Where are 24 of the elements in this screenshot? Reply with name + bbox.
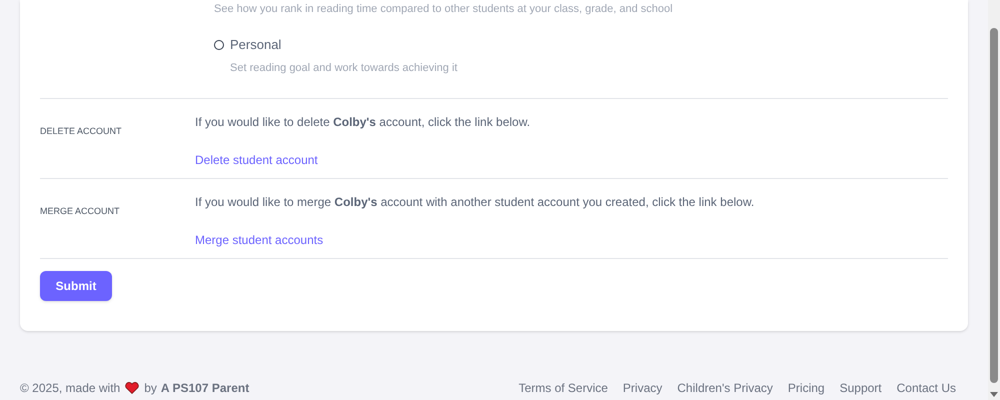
footer-text: by [144,380,157,397]
section-heading: MERGE ACCOUNT [40,206,120,216]
footer-link[interactable]: Pricing [788,379,825,397]
section-heading: DELETE ACCOUNT [40,126,122,136]
author-link[interactable]: A PS107 Parent [160,379,250,397]
option-description: Set reading goal and work towards achieving it [229,60,458,76]
footer-link[interactable]: Children's Privacy [677,379,773,397]
scrollbar[interactable] [988,0,1000,400]
scrollbar-thumb[interactable] [990,28,998,383]
footer-link[interactable]: Privacy [622,379,662,397]
heart-icon [125,382,140,394]
option-label: Personal [230,36,282,54]
copyright-text: © 2025, made with [20,380,120,397]
scroll-down-arrow-icon[interactable] [990,392,998,397]
section-text: If you would like to merge Colby's account with another student account you created, click the link below. [195,194,754,211]
section-text: If you would like to delete Colby's account, click the link below. [195,114,530,131]
section-link[interactable]: Delete student account [195,151,318,169]
section-link[interactable]: Merge student accounts [195,231,324,249]
footer-link[interactable]: Contact Us [896,379,956,397]
option-description: See how you rank in reading time compared to other students at your class, grade, and school [214,2,674,16]
submit-button[interactable]: Submit [40,271,112,301]
radio-button[interactable] [214,40,224,50]
footer-link[interactable]: Terms of Service [518,379,608,397]
footer-link[interactable]: Support [840,379,882,397]
